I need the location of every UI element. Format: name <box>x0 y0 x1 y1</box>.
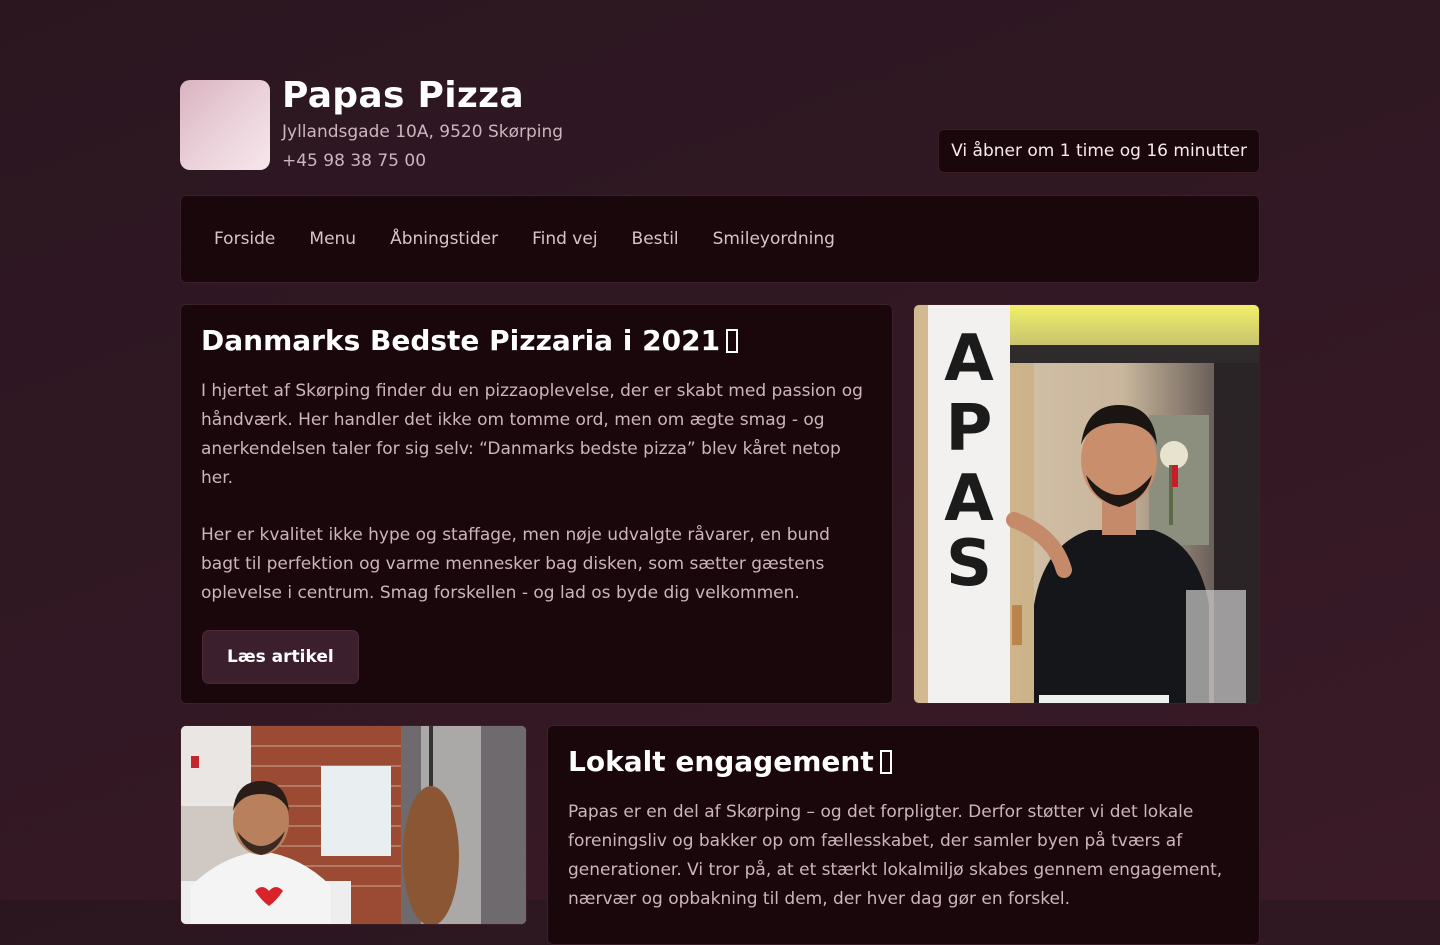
site-header: Papas Pizza Jyllandsgade 10A, 9520 Skørp… <box>180 75 1260 173</box>
kebab-photo-illustration <box>181 726 526 924</box>
read-article-button[interactable]: Læs artikel <box>202 630 359 684</box>
sign-letter: A <box>944 322 994 396</box>
article-title: Danmarks Bedste Pizzaria i 2021 <box>201 323 739 359</box>
site-title[interactable]: Papas Pizza <box>282 74 563 118</box>
nav-item-bestil[interactable]: Bestil <box>615 196 696 282</box>
article-paragraph: Her er kvalitet ikke hype og staffage, m… <box>201 525 830 603</box>
handshake-icon <box>879 750 892 774</box>
logo-image[interactable] <box>180 80 270 170</box>
kebab-photo <box>180 725 527 925</box>
article-title: Lokalt engagement <box>568 744 892 780</box>
nav-item-forside[interactable]: Forside <box>197 196 292 282</box>
trophy-icon <box>726 329 739 353</box>
article-card-local-engagement: Lokalt engagement Papas er en del af Skø… <box>547 725 1260 945</box>
owner-photo: A P A S <box>913 304 1260 704</box>
sign-letter: A <box>944 462 994 536</box>
article-paragraph: Papas er en del af Skørping – og det for… <box>568 802 1223 909</box>
opening-status-badge: Vi åbner om 1 time og 16 minutter <box>938 129 1260 173</box>
address-text: Jyllandsgade 10A, 9520 Skørping <box>282 122 564 142</box>
sign-letter: P <box>946 392 993 466</box>
brand-block: Papas Pizza Jyllandsgade 10A, 9520 Skørp… <box>282 74 563 176</box>
phone-text[interactable]: +45 98 38 75 00 <box>282 147 563 176</box>
owner-photo-illustration: A P A S <box>914 305 1259 703</box>
nav-item-menu[interactable]: Menu <box>292 196 373 282</box>
article-title-text: Lokalt engagement <box>568 745 874 778</box>
article-card-best-pizzeria: Danmarks Bedste Pizzaria i 2021 I hjerte… <box>180 304 893 704</box>
nav-item-find-vej[interactable]: Find vej <box>515 196 614 282</box>
article-paragraph: I hjertet af Skørping finder du en pizza… <box>201 381 863 488</box>
article-title-text: Danmarks Bedste Pizzaria i 2021 <box>201 324 721 357</box>
sign-letter: S <box>946 527 992 601</box>
nav-item-smileyordning[interactable]: Smileyordning <box>696 196 852 282</box>
main-nav: Forside Menu Åbningstider Find vej Besti… <box>180 195 1260 283</box>
nav-item-aabningstider[interactable]: Åbningstider <box>373 196 515 282</box>
